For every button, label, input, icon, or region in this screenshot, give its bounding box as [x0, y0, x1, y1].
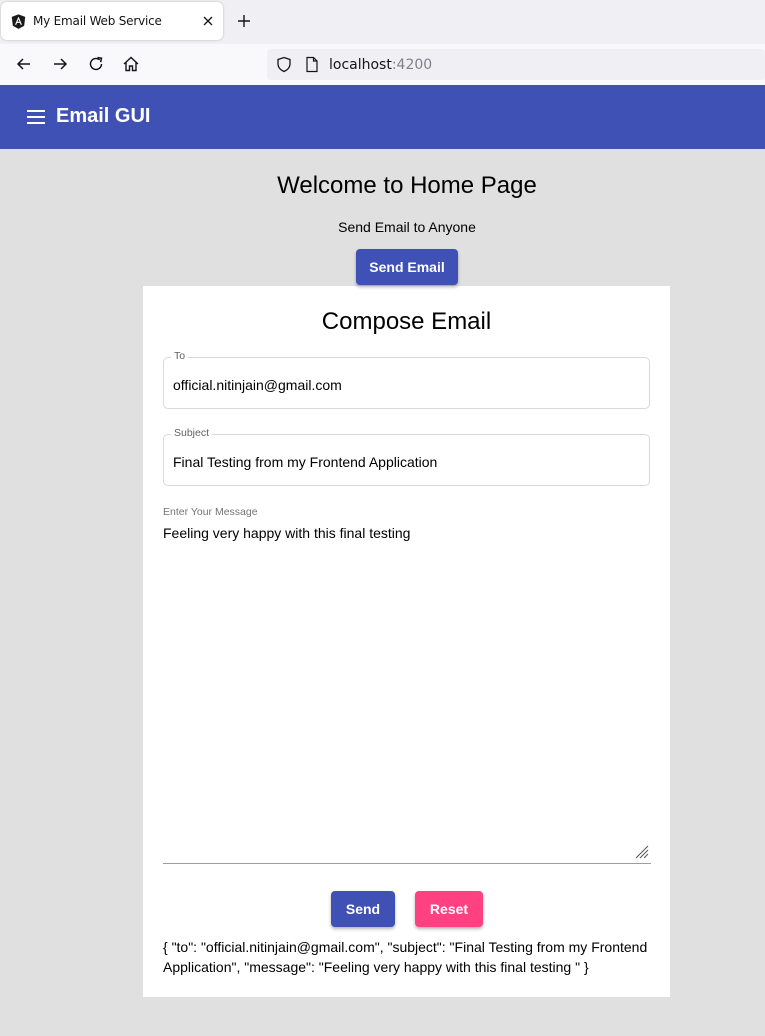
menu-icon[interactable]: [26, 109, 46, 125]
message-underline: [163, 863, 651, 864]
resize-grip-icon[interactable]: [633, 843, 649, 859]
app-toolbar: Email GUI: [0, 85, 765, 149]
browser-tab-bar: My Email Web Service: [0, 0, 765, 44]
subject-input-value[interactable]: Final Testing from my Frontend Applicati…: [173, 454, 437, 470]
back-arrow-icon[interactable]: [14, 54, 34, 74]
url-port: :4200: [391, 57, 433, 73]
compose-title: Compose Email: [321, 308, 492, 335]
plus-icon[interactable]: [235, 12, 253, 30]
page-title: Welcome to Home Page: [277, 172, 537, 199]
app-title: Email GUI: [56, 105, 151, 127]
forward-arrow-icon[interactable]: [50, 54, 70, 74]
url-text[interactable]: localhost:4200: [329, 57, 432, 73]
page-icon: [306, 56, 318, 73]
to-input-value[interactable]: official.nitinjain@gmail.com: [173, 377, 342, 393]
to-field[interactable]: To official.nitinjain@gmail.com: [163, 350, 650, 409]
send-button[interactable]: Send: [331, 891, 395, 927]
message-textarea[interactable]: Feeling very happy with this final testi…: [163, 525, 410, 541]
compose-email-card: Compose Email To official.nitinjain@gmai…: [143, 286, 670, 997]
home-icon[interactable]: [121, 54, 141, 74]
tab-title: My Email Web Service: [33, 14, 162, 28]
reload-icon[interactable]: [86, 54, 106, 74]
message-label: Enter Your Message: [163, 506, 258, 518]
url-bar[interactable]: localhost:4200: [267, 49, 765, 80]
browser-tab[interactable]: My Email Web Service: [1, 2, 223, 40]
shield-icon[interactable]: [276, 56, 292, 73]
send-email-button[interactable]: Send Email: [356, 249, 458, 285]
page-subtitle: Send Email to Anyone: [338, 219, 476, 235]
to-label: To: [171, 350, 189, 362]
subject-label: Subject: [171, 427, 213, 439]
reset-button[interactable]: Reset: [415, 891, 483, 927]
angular-icon: [11, 14, 26, 29]
url-host: localhost: [329, 57, 392, 73]
browser-nav-bar: localhost:4200: [0, 44, 765, 85]
close-icon[interactable]: [200, 13, 216, 29]
form-json-preview: { "to": "official.nitinjain@gmail.com", …: [163, 939, 648, 975]
subject-field[interactable]: Subject Final Testing from my Frontend A…: [163, 427, 650, 486]
